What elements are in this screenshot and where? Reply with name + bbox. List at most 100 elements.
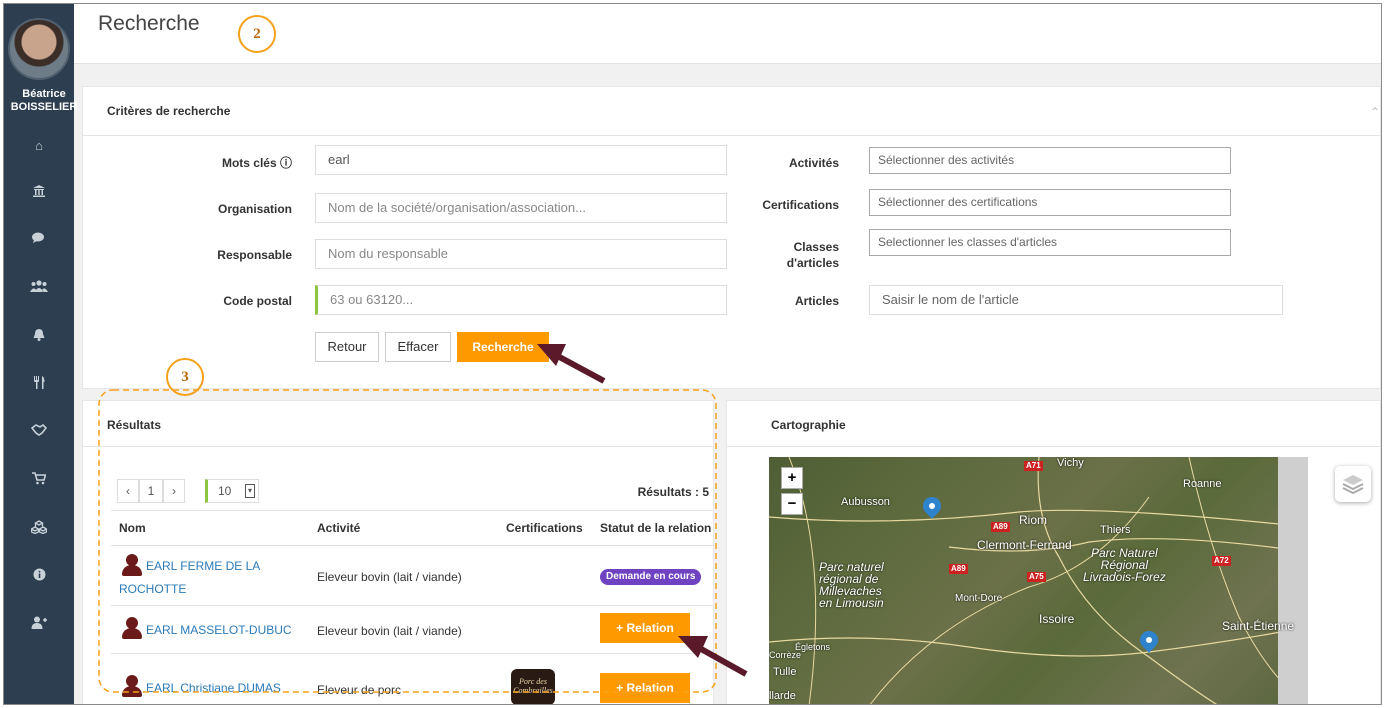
user-last-name: BOISSELIER <box>10 101 78 113</box>
map-place: Riom <box>1019 513 1048 527</box>
postal-label: Code postal <box>223 294 292 308</box>
page-size-select[interactable]: 10 ▾ <box>205 479 259 503</box>
add-relation-button[interactable]: + Relation <box>600 613 690 643</box>
road-label: A89 <box>949 564 968 574</box>
map-place: Saint-Étienne <box>1222 619 1295 633</box>
pager-prev-button[interactable]: ‹ <box>117 479 139 503</box>
responsable-input[interactable]: Nom du responsable <box>315 239 727 269</box>
organisation-label: Organisation <box>217 202 292 216</box>
page-title: Recherche <box>98 12 200 35</box>
row2-name[interactable]: EARL MASSELOT-DUBUC <box>146 623 292 637</box>
person-icon <box>121 554 143 576</box>
articles-label: Articles <box>794 294 839 308</box>
road-label: A89 <box>991 522 1010 532</box>
avatar[interactable] <box>8 18 70 80</box>
map-layers-button[interactable] <box>1335 466 1371 502</box>
col-nom: Nom <box>119 521 146 535</box>
road-label: A72 <box>1212 556 1231 566</box>
row3-name[interactable]: EARL Christiane DUMAS <box>146 681 281 695</box>
row1-name[interactable]: EARL FERME DE LA <box>146 559 260 573</box>
keywords-label: Mots clés ⓘ <box>221 156 292 170</box>
pager-next-button[interactable]: › <box>163 479 185 503</box>
keywords-input[interactable]: earl <box>315 145 727 175</box>
divider <box>111 510 713 511</box>
row1-activity: Eleveur bovin (lait / viande) <box>317 570 462 584</box>
organisation-input[interactable]: Nom de la société/organisation/associati… <box>315 193 727 223</box>
criteria-title: Critères de recherche <box>107 104 231 118</box>
certifications-label: Certifications <box>762 198 839 212</box>
map-park-label: Parc Naturel Régional Livradois-Forez <box>1083 547 1166 583</box>
page-size-value: 10 <box>218 484 232 498</box>
map-place: Aubusson <box>841 496 890 508</box>
postal-input[interactable]: 63 ou 63120... <box>315 285 727 315</box>
home-icon[interactable]: ⌂ <box>4 138 74 154</box>
road-label: A71 <box>1024 461 1043 471</box>
row1-name-cont[interactable]: ROCHOTTE <box>119 582 186 596</box>
cert-logo-line1: Porc des <box>519 677 547 686</box>
divider <box>83 446 713 447</box>
divider <box>111 545 713 546</box>
step-3-marker: 3 <box>166 358 204 396</box>
map-view[interactable]: + − Vichy Roanne Aubusson Riom Thiers Cl… <box>769 457 1308 704</box>
map-park-label: Parc naturel régional de Millevaches en … <box>819 561 884 609</box>
app-window: Béatrice BOISSELIER ⌂ Recherche 2 Critèr… <box>3 3 1382 705</box>
info-icon[interactable] <box>4 568 74 585</box>
pager-page-1[interactable]: 1 <box>139 479 163 503</box>
map-place: Issoire <box>1039 612 1075 626</box>
chevron-down-icon: ▾ <box>245 484 255 498</box>
classes-select[interactable]: Selectionner les classes d'articles <box>869 229 1231 256</box>
activites-label: Activités <box>788 156 839 170</box>
person-icon <box>121 675 143 697</box>
divider <box>727 446 1380 447</box>
users-icon[interactable] <box>4 280 74 296</box>
collapse-chevron-icon[interactable]: ⌃ <box>1370 105 1380 119</box>
recherche-button[interactable]: Recherche <box>457 332 549 362</box>
cart-icon[interactable] <box>4 472 74 489</box>
bell-icon[interactable] <box>4 328 74 345</box>
map-place: Clermont-Ferrand <box>977 538 1072 552</box>
col-activite: Activité <box>317 521 361 535</box>
row3-activity: Eleveur de porc <box>317 683 402 697</box>
row2-activity: Eleveur bovin (lait / viande) <box>317 624 462 638</box>
results-count: Résultats : 5 <box>637 485 709 499</box>
map-place: Vichy <box>1057 457 1084 469</box>
cutlery-icon[interactable] <box>4 376 74 393</box>
map-place: Roanne <box>1183 478 1222 490</box>
map-place: Thiers <box>1100 524 1131 536</box>
park-line: Livradois-Forez <box>1083 570 1166 584</box>
divider <box>111 605 713 606</box>
results-title: Résultats <box>107 418 162 432</box>
map-title: Cartographie <box>771 418 846 432</box>
layers-icon <box>1342 475 1364 495</box>
retour-button[interactable]: Retour <box>315 332 379 362</box>
col-statut: Statut de la relation <box>600 521 712 535</box>
results-panel: Résultats ‹ 1 › 10 ▾ Résultats : 5 Nom A… <box>82 400 714 704</box>
handshake-icon[interactable] <box>4 423 74 440</box>
certifications-select[interactable]: Sélectionner des certifications <box>869 189 1231 216</box>
bank-icon[interactable] <box>4 184 74 202</box>
map-place: Corrèze <box>769 650 802 660</box>
activites-select[interactable]: Sélectionner des activités <box>869 147 1231 174</box>
criteria-panel: Critères de recherche Mots clés ⓘ earl O… <box>82 86 1381 389</box>
zoom-out-button[interactable]: − <box>781 493 803 515</box>
effacer-button[interactable]: Effacer <box>385 332 451 362</box>
cubes-icon[interactable] <box>4 520 74 538</box>
add-relation-button[interactable]: + Relation <box>600 673 690 703</box>
sidebar: Béatrice BOISSELIER ⌂ <box>4 4 77 704</box>
status-badge: Demande en cours <box>600 569 702 585</box>
user-first-name: Béatrice <box>22 88 66 100</box>
map-place: Mont-Dore <box>955 593 1003 604</box>
park-line: en Limousin <box>819 596 884 610</box>
articles-input[interactable]: Saisir le nom de l'article <box>869 285 1283 315</box>
classes-label-line2: d'articles <box>786 256 839 270</box>
step-2-marker: 2 <box>238 15 276 53</box>
col-certifications: Certifications <box>506 521 583 535</box>
zoom-in-button[interactable]: + <box>781 467 803 489</box>
divider <box>83 135 1380 136</box>
user-plus-icon[interactable] <box>4 616 74 633</box>
cert-logo-line2: Combrailles <box>513 686 553 695</box>
person-icon <box>121 617 143 639</box>
comments-icon[interactable] <box>4 232 74 248</box>
certification-logo: Porc des Combrailles <box>511 669 555 704</box>
responsable-label: Responsable <box>217 248 292 262</box>
